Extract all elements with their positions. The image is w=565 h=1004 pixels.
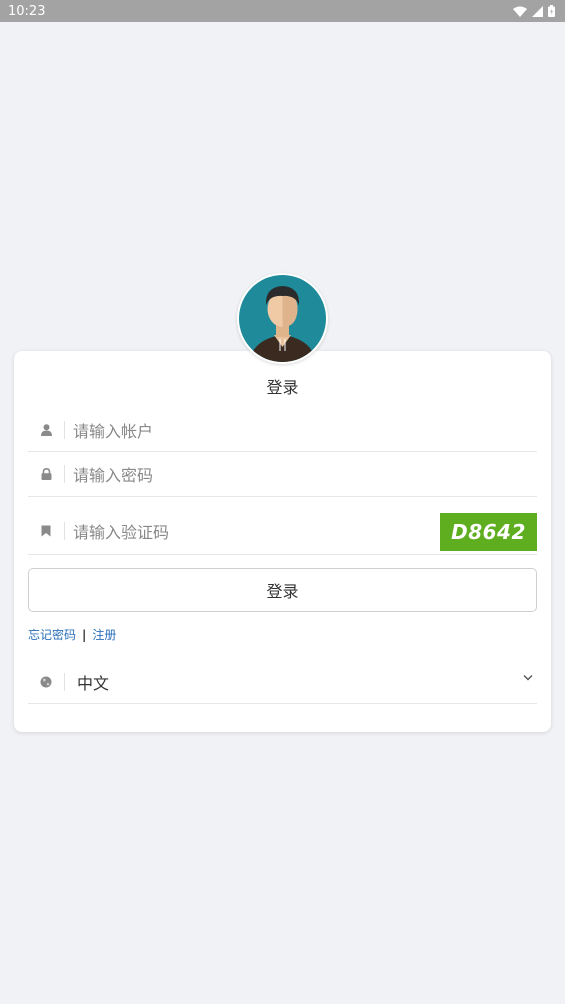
chevron-down-icon[interactable] [523, 674, 533, 681]
user-avatar-icon [239, 275, 326, 362]
field-divider [64, 465, 65, 483]
captcha-image[interactable]: D8642 [440, 513, 537, 551]
language-select[interactable]: 中文 [28, 660, 537, 704]
account-field[interactable]: 请输入帐户 [28, 408, 537, 452]
register-link[interactable]: 注册 [92, 626, 116, 643]
field-divider [64, 522, 65, 540]
battery-icon [548, 5, 555, 17]
forgot-password-link[interactable]: 忘记密码 [28, 626, 76, 643]
lock-icon [28, 468, 64, 480]
globe-icon [28, 676, 64, 688]
field-divider [64, 420, 65, 439]
avatar [237, 273, 328, 364]
signal-icon [532, 5, 543, 17]
field-divider [64, 672, 65, 691]
bookmark-icon [28, 525, 64, 537]
status-icons [513, 5, 555, 17]
account-input[interactable]: 请输入帐户 [73, 418, 153, 442]
captcha-input[interactable]: 请输入验证码 [73, 519, 169, 543]
status-bar: 10:23 [0, 0, 565, 22]
language-value[interactable]: 中文 [77, 670, 109, 694]
login-title: 登录 [266, 378, 299, 397]
user-icon [28, 423, 64, 436]
wifi-icon [513, 6, 527, 17]
status-time: 10:23 [8, 3, 46, 19]
account-links: 忘记密码 | 注册 [28, 626, 116, 643]
link-separator: | [82, 627, 87, 642]
password-field[interactable]: 请输入密码 [28, 452, 537, 497]
captcha-field[interactable]: 请输入验证码 D8642 [28, 508, 537, 555]
login-button[interactable]: 登录 [28, 568, 537, 612]
password-input[interactable]: 请输入密码 [73, 462, 153, 486]
